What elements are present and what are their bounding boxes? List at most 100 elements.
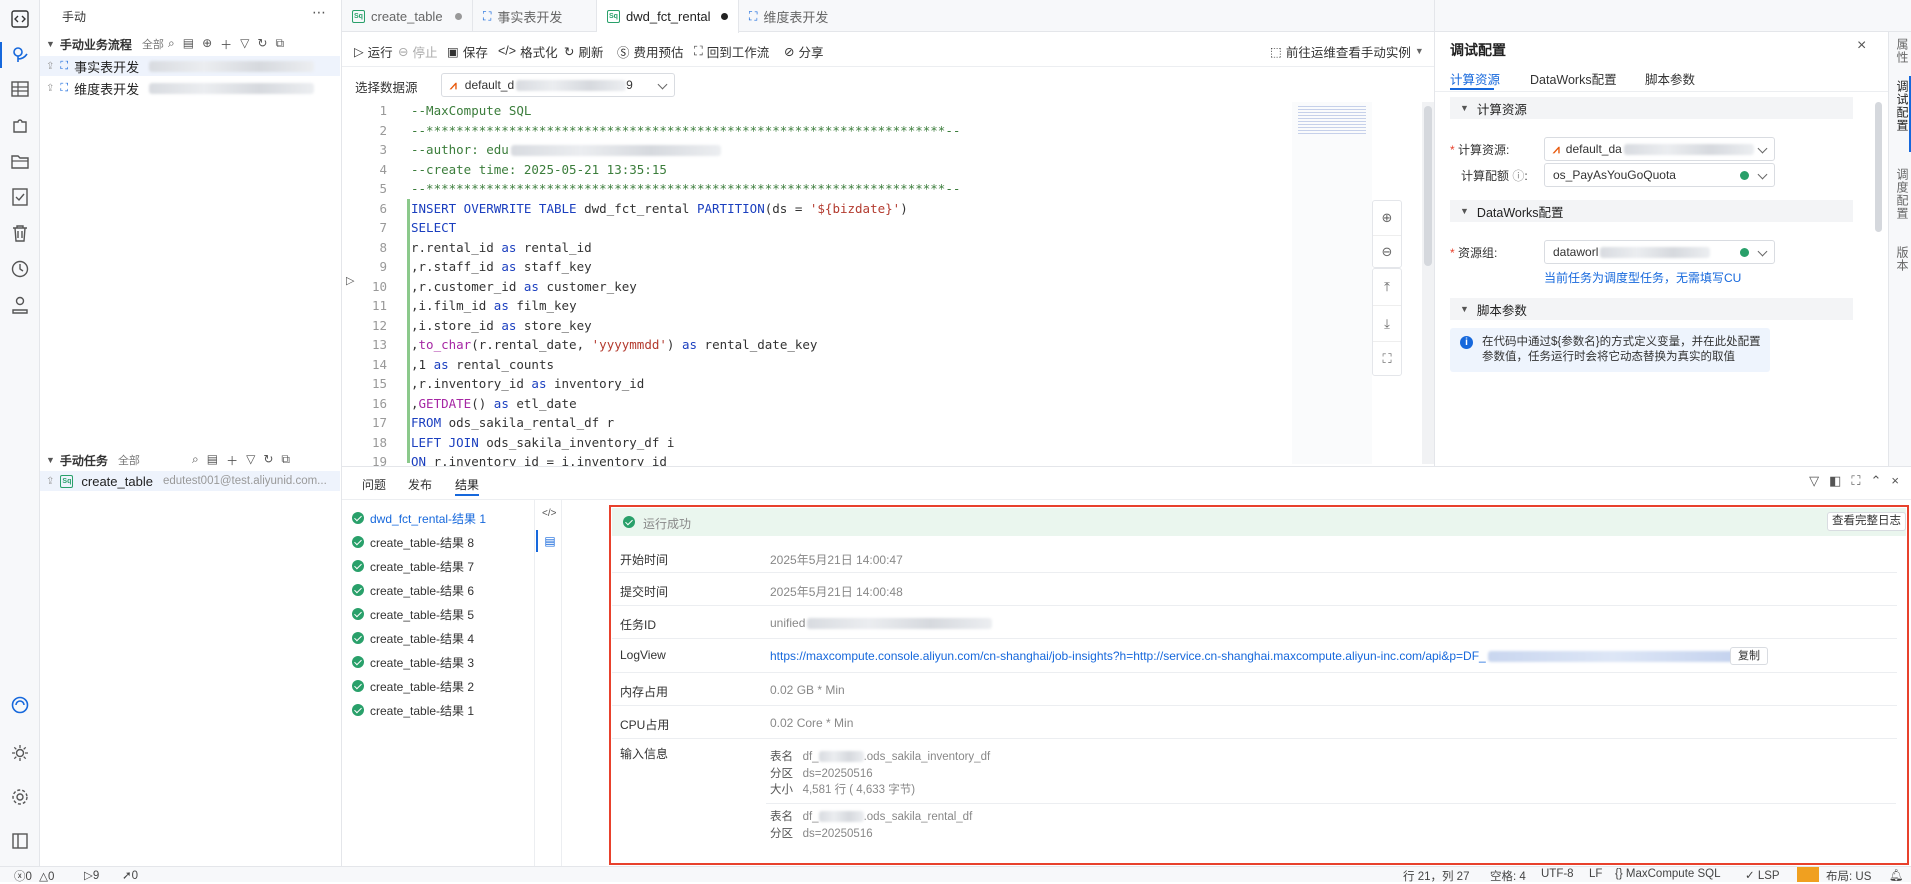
refresh-button[interactable]: ↻ 刷新 [564,42,604,60]
notification-indicator[interactable]: ➚0 [122,868,138,882]
config-tab-compute[interactable]: 计算资源 [1450,69,1500,88]
config-tab-dataworks[interactable]: DataWorks配置 [1530,69,1617,88]
add-icon[interactable]: ＋ [220,36,232,53]
zoom-out-icon[interactable]: ⊖ [1373,235,1401,268]
code-logo-icon[interactable] [9,8,31,30]
history-icon[interactable] [9,258,31,280]
view-full-log-button[interactable]: 查看完整日志 [1827,512,1906,531]
data-development-icon[interactable] [0,42,40,68]
lsp-status[interactable]: ✓ LSP [1745,868,1780,882]
search-icon[interactable]: ⌕ [192,452,199,469]
bottom-tab-publish[interactable]: 发布 [408,476,432,493]
new-file-icon[interactable]: ▤ [183,36,194,53]
tree-item-create-table[interactable]: ⇪ Sq create_table edutest001@test.aliyun… [40,471,340,491]
unsaved-dot-icon[interactable] [721,13,728,20]
datasource-select[interactable]: ⩘ default_d 9 [441,73,675,97]
dataworks-section-header[interactable]: ▼ DataWorks配置 [1450,200,1853,222]
result-item[interactable]: create_table-结果 7 [352,556,474,576]
component-icon[interactable] [9,114,31,136]
theme-sun-icon[interactable] [9,742,31,764]
cost-estimate-button[interactable]: Ⓢ 费用预估 [617,42,684,60]
refresh-icon[interactable]: ↻ [257,36,267,53]
side-tab-version[interactable]: 版本 [1894,246,1911,272]
config-tab-script-params[interactable]: 脚本参数 [1645,69,1695,88]
logview-link[interactable]: https://maxcompute.console.aliyun.com/cn… [770,649,1738,663]
format-button[interactable]: </> 格式化 [498,42,558,60]
result-item[interactable]: create_table-结果 5 [352,604,474,624]
tab-fact-dev[interactable]: ⛶ 事实表开发 [473,0,597,32]
tree-item-fact-dev[interactable]: ⇪ ⛶ 事实表开发 [40,56,340,76]
copy-button[interactable]: 复制 [1730,647,1768,665]
resource-group-select[interactable]: dataworl [1544,240,1775,264]
add-icon[interactable]: ＋ [226,452,238,469]
side-tab-properties[interactable]: 属性 [1894,38,1911,64]
result-item[interactable]: create_table-结果 1 [352,700,474,720]
close-panel-icon[interactable]: × [1891,473,1899,489]
filter-icon[interactable]: ▽ [1809,473,1819,489]
filter-icon[interactable]: ▽ [246,452,255,469]
back-to-flow-button[interactable]: ⛶ 回到工作流 [694,42,769,60]
side-tab-schedule-config[interactable]: 调度配置 [1894,168,1911,220]
script-params-section-header[interactable]: ▼ 脚本参数 [1450,298,1853,320]
bottom-tab-problems[interactable]: 问题 [362,476,386,493]
recycle-bin-icon[interactable] [9,222,31,244]
user-icon[interactable] [9,294,31,316]
scrollbar-thumb[interactable] [1424,106,1432,266]
result-item[interactable]: create_table-结果 2 [352,676,474,696]
new-file-icon[interactable]: ▤ [207,452,218,469]
business-flow-header[interactable]: ▼ 手动业务流程 全部 ⌕ ▤ ⊕ ＋ ▽ ↻ ⧉ [40,34,340,54]
tab-dim-dev[interactable]: ⛶ 维度表开发 [739,0,857,32]
search-icon[interactable]: ⌕ [168,36,175,53]
globe-sync-icon[interactable] [9,694,31,716]
tab-dwd-fct-rental[interactable]: Sq dwd_fct_rental [597,0,739,33]
stop-button[interactable]: ⊖ 停止 [398,42,438,60]
result-item[interactable]: create_table-结果 4 [352,628,474,648]
fit-screen-icon[interactable]: ⛶ [1373,341,1401,375]
scroll-bottom-icon[interactable]: ⤓ [1373,305,1401,341]
result-item[interactable]: dwd_fct_rental-结果 1 [352,508,486,528]
collapse-all-icon[interactable]: ⧉ [275,36,284,53]
code-editor[interactable]: 1 --MaxCompute SQL 2 --********************… [342,102,1434,469]
collapse-all-icon[interactable]: ⧉ [281,452,290,469]
quota-select[interactable]: os_PayAsYouGoQuota [1544,163,1775,187]
language-mode[interactable]: {} MaxCompute SQL [1615,868,1721,880]
bottom-tab-results[interactable]: 结果 [455,476,479,493]
more-options-icon[interactable]: ⋯ [312,4,326,21]
table-icon[interactable] [9,78,31,100]
settings-gear-icon[interactable] [9,786,31,808]
result-item[interactable]: create_table-结果 6 [352,580,474,600]
folder-icon[interactable] [9,150,31,172]
tab-create-table[interactable]: Sq create_table [342,0,473,32]
save-button[interactable]: ▣ 保存 [447,42,488,60]
code-view-icon[interactable]: </> [542,508,556,519]
help-icon[interactable]: ⓘ [1512,169,1524,183]
scroll-top-icon[interactable]: ⤒ [1373,269,1401,305]
feedback-icon[interactable] [1797,867,1819,882]
run-button[interactable]: ▷ 运行 [354,42,393,60]
collapse-sidebar-icon[interactable] [9,830,31,852]
split-layout-icon[interactable]: ◧ [1829,473,1841,489]
checklist-icon[interactable] [9,186,31,208]
manual-task-filter[interactable]: 全部 [118,452,140,468]
share-button[interactable]: ⊘ 分享 [784,42,824,60]
business-flow-filter[interactable]: 全部 [142,36,164,52]
filter-icon[interactable]: ▽ [240,36,249,53]
refresh-icon[interactable]: ↻ [263,452,273,469]
log-view-icon[interactable]: ▤ [536,530,562,552]
maximize-icon[interactable]: ⛶ [1851,473,1860,489]
bell-icon[interactable]: 🔔︎ [1889,868,1904,882]
port-indicator[interactable]: ▷9 [84,868,99,882]
unsaved-dot-icon[interactable] [455,12,462,20]
run-line-play-icon[interactable]: ▷ [346,274,354,287]
zoom-in-icon[interactable]: ⊕ [1373,201,1401,235]
chevron-up-icon[interactable]: ⌃ [1871,473,1882,489]
tree-item-dim-dev[interactable]: ⇪ ⛶ 维度表开发 [40,78,340,98]
config-scrollbar-thumb[interactable] [1875,102,1882,232]
ops-instance-link[interactable]: ⬚ 前往运维查看手动实例 ▼ [1270,42,1424,60]
manual-task-header[interactable]: ▼ 手动任务 全部 ⌕ ▤ ＋ ▽ ↻ ⧉ [40,450,340,470]
locate-icon[interactable]: ⊕ [202,36,212,53]
minimap[interactable] [1292,102,1372,464]
compute-resource-select[interactable]: ⩘ default_da [1544,137,1775,161]
compute-section-header[interactable]: ▼ 计算资源 [1450,97,1853,119]
result-item[interactable]: create_table-结果 3 [352,652,474,672]
